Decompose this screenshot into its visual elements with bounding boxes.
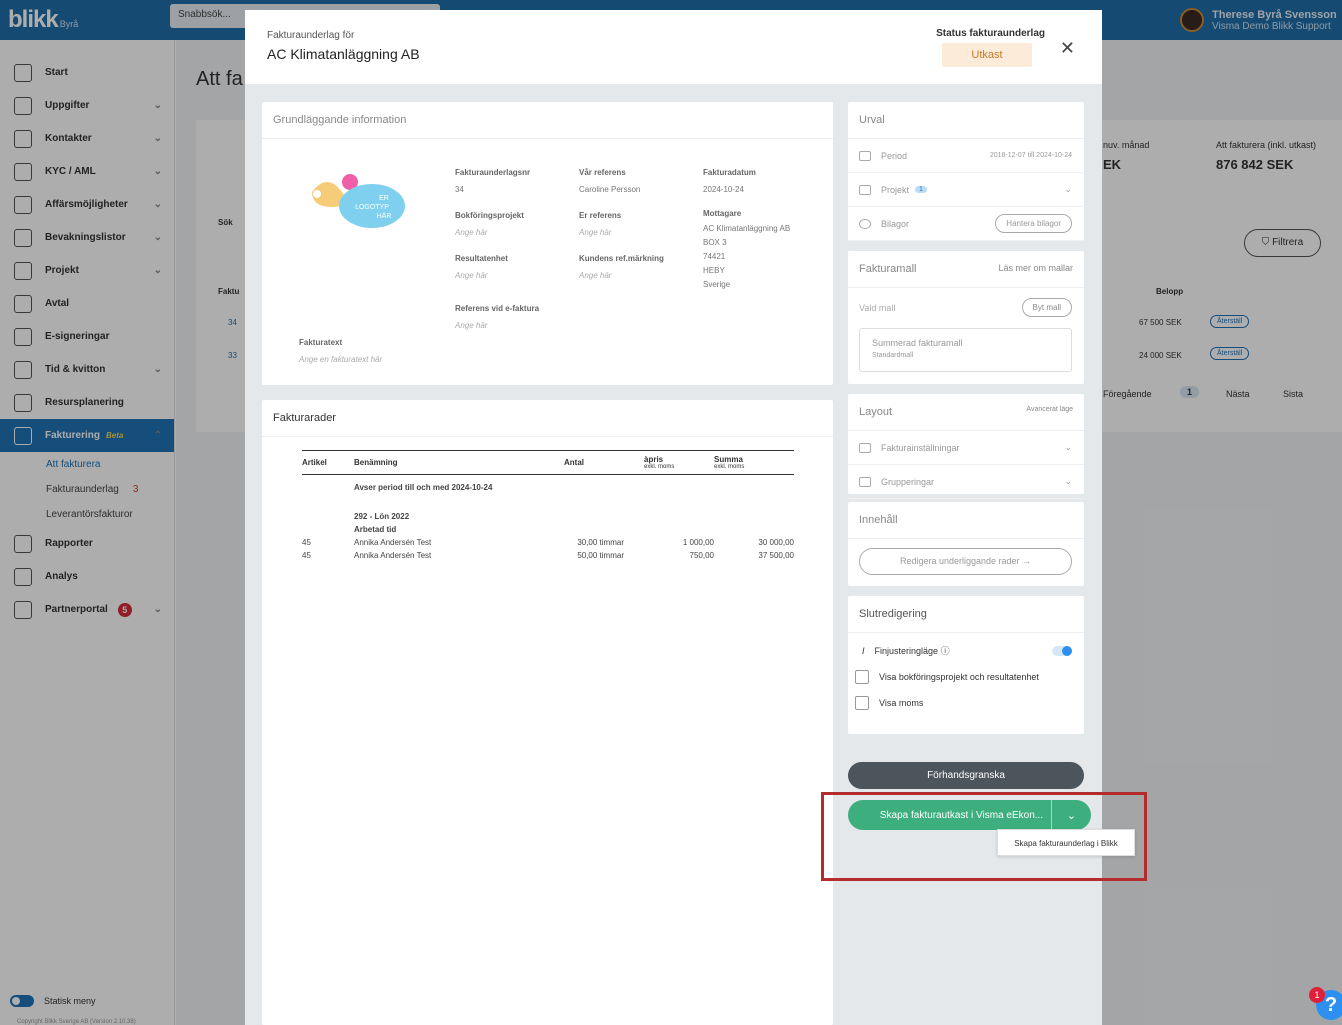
period-select[interactable]: Period 2018-12-07 till 2024-10-24 (848, 139, 1084, 173)
help-notification-badge: 1 (1309, 987, 1325, 1003)
status-label: Status fakturaunderlag (936, 28, 1045, 39)
close-icon[interactable]: ✕ (1060, 38, 1075, 59)
bilagor-row: Bilagor Hantera bilagor (848, 207, 1084, 241)
preview-button[interactable]: Förhandsgranska (848, 762, 1084, 789)
info-link[interactable]: Läs mer om mallar (998, 263, 1073, 273)
finjustering-toggle[interactable] (1052, 646, 1072, 656)
svg-text:LOGOTYP: LOGOTYP (355, 204, 389, 211)
fakturainstallningar-row[interactable]: Fakturainställningar ⌄ (848, 431, 1084, 465)
document-icon (859, 442, 871, 453)
status-badge: Utkast (942, 43, 1032, 67)
er-referens-field[interactable]: Er referens Ange här (579, 211, 621, 237)
var-referens-field: Vår referens Caroline Persson (579, 168, 641, 194)
paperclip-icon (859, 218, 871, 229)
fakturamall-title: Fakturamall Läs mer om mallar (848, 251, 1084, 288)
mottagare-field: Mottagare AC Klimatanläggning AB BOX 3 744… (703, 209, 791, 289)
highlight-box (821, 792, 1147, 881)
table-icon (859, 184, 871, 195)
table-row: 45 Annika Andersén Test 50,00 timmar 750,00… (302, 551, 794, 560)
projekt-select[interactable]: Projekt 1 ⌄ (848, 173, 1084, 207)
layout-card: Layout Avancerat läge Fakturainställninga… (848, 394, 1084, 499)
slutredigering-card: Slutredigering I Finjusteringläge ⓘ Visa … (848, 596, 1084, 734)
referens-efaktura-field[interactable]: Referens vid e-faktura Ange här (455, 304, 539, 330)
invoice-rows-card: Fakturarader Artikel Benämning Antal àpr… (262, 400, 833, 1025)
selected-template[interactable]: Summerad fakturamall Standardmall (859, 328, 1072, 372)
checkbox-visa-bokforingsprojekt[interactable]: Visa bokföringsprojekt och resultatenhet (855, 670, 1039, 684)
fakturaunderlagsnr-field: Fakturaunderlagsnr 34 (455, 168, 531, 194)
svg-text:HÄR: HÄR (377, 212, 392, 220)
cursor-icon: I (862, 646, 865, 656)
resultatenhet-field[interactable]: Resultatenhet Ange här (455, 254, 508, 280)
innehall-card: Innehåll Redigera underliggande rader → (848, 502, 1084, 586)
layers-icon (859, 476, 871, 487)
invoice-rows-table: Artikel Benämning Antal àpris exkl. moms … (302, 450, 794, 562)
kundens-ref-field[interactable]: Kundens ref.märkning Ange här (579, 254, 664, 280)
logo-placeholder-image[interactable]: ER LOGOTYP HÄR (302, 172, 407, 232)
basic-info-title: Grundläggande information (262, 102, 833, 139)
hantera-bilagor-button[interactable]: Hantera bilagor (995, 214, 1072, 233)
table-row: 45 Annika Andersén Test 30,00 timmar 1 000,… (302, 538, 794, 547)
urval-card: Urval Period 2018-12-07 till 2024-10-24 P… (848, 102, 1084, 241)
calendar-icon (859, 150, 871, 161)
fakturamall-card: Fakturamall Läs mer om mallar Vald mall B… (848, 251, 1084, 384)
advanced-mode-toggle[interactable]: Avancerat läge (1026, 406, 1073, 413)
layout-title: Layout Avancerat läge (848, 394, 1084, 431)
modal-header: Fakturaunderlag för AC Klimatanläggning … (245, 10, 1102, 84)
help-circle-icon: ⓘ (940, 646, 950, 656)
finjustering-row: I Finjusteringläge ⓘ (862, 646, 950, 656)
checkbox-visa-moms[interactable]: Visa moms (855, 696, 923, 710)
bokforingsprojekt-field[interactable]: Bokföringsprojekt Ange här (455, 211, 524, 237)
slutredigering-title: Slutredigering (848, 596, 1084, 633)
innehall-title: Innehåll (848, 502, 1084, 539)
fakturatext-field[interactable]: Fakturatext Ange en fakturatext här (299, 338, 382, 364)
vald-mall-label: Vald mall (859, 303, 896, 313)
byt-mall-button[interactable]: Byt mall (1021, 298, 1072, 317)
svg-text:ER: ER (379, 195, 389, 202)
urval-title: Urval (848, 102, 1084, 139)
fakturadatum-field[interactable]: Fakturadatum 2024-10-24 (703, 168, 756, 194)
edit-rows-button[interactable]: Redigera underliggande rader → (859, 548, 1072, 575)
basic-info-card: Grundläggande information ER LOGOTYP HÄR… (262, 102, 833, 385)
invoice-rows-title: Fakturarader (262, 400, 833, 437)
grupperingar-row[interactable]: Grupperingar ⌄ (848, 465, 1084, 499)
